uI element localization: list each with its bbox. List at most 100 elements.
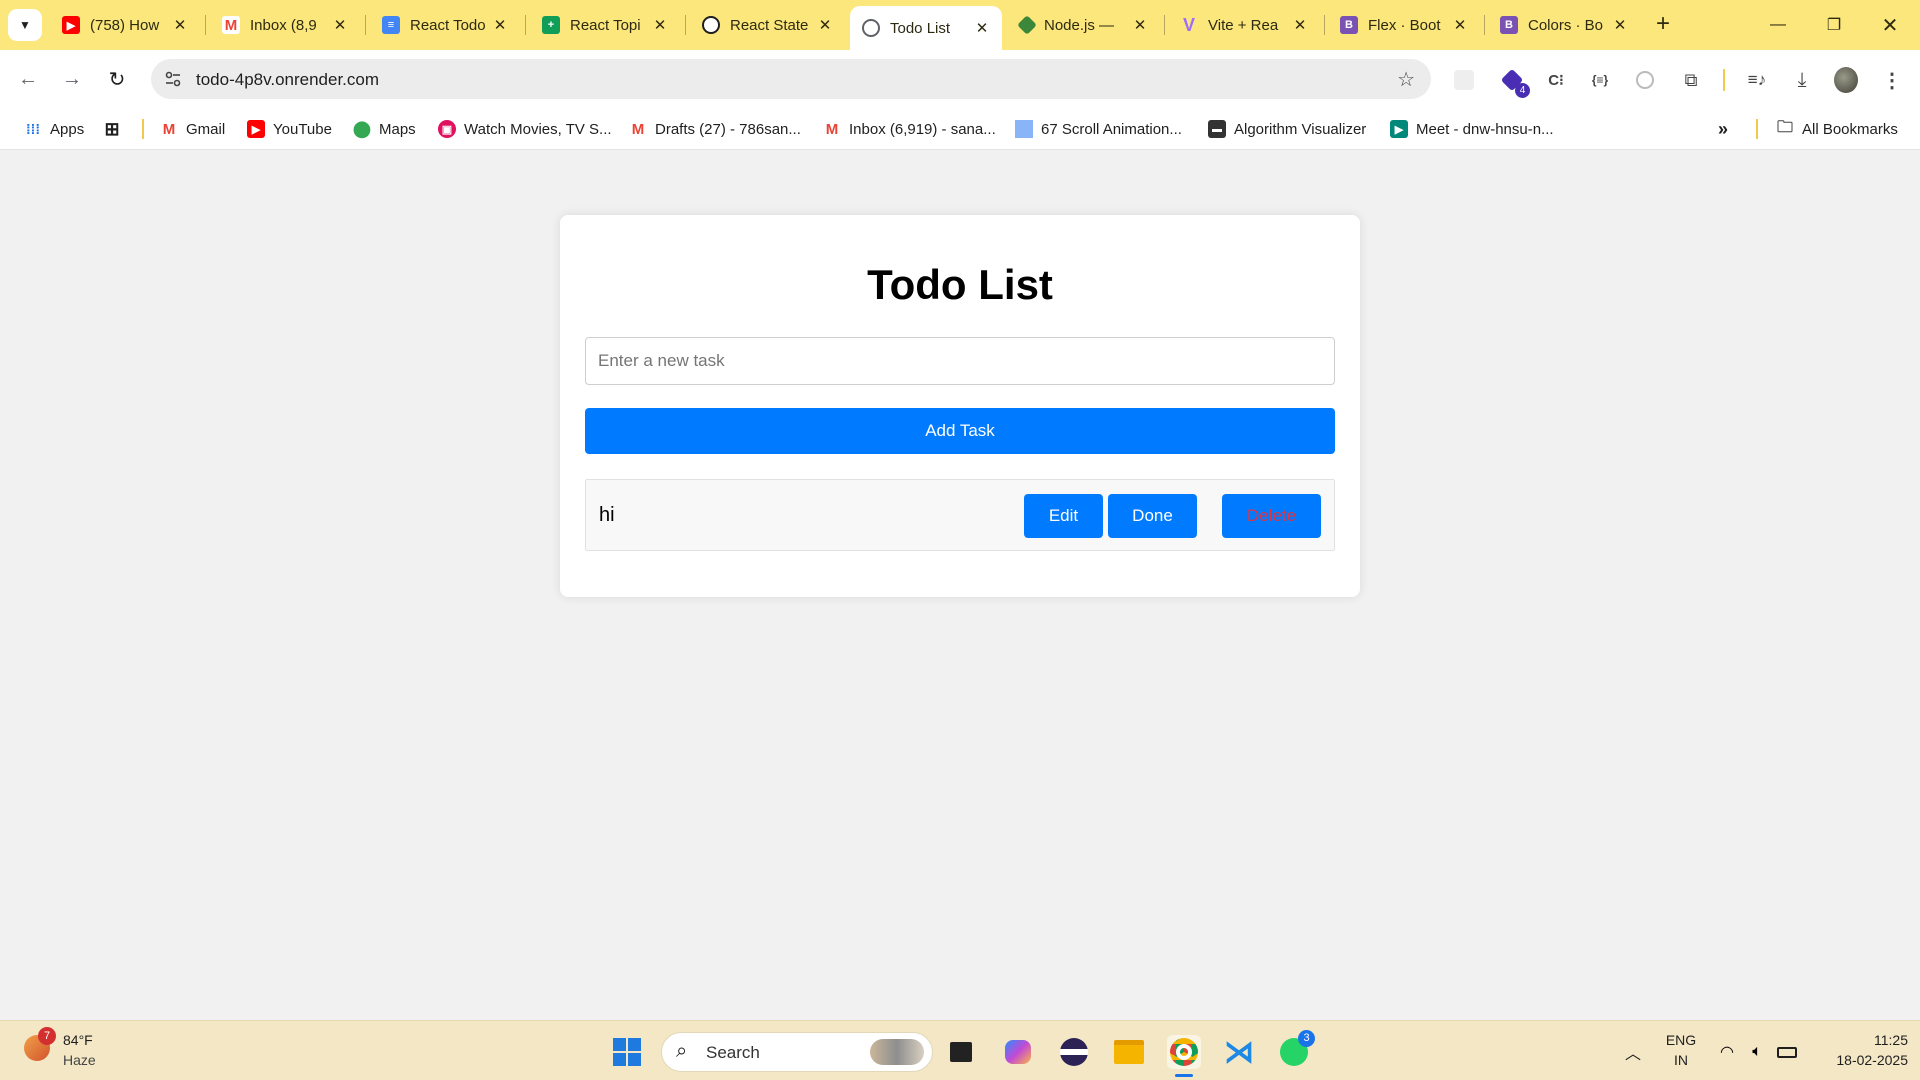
close-icon[interactable]: ✕ — [1452, 16, 1468, 34]
media-control-icon[interactable]: ≡♪ — [1745, 68, 1769, 92]
copilot-button[interactable] — [1001, 1035, 1035, 1069]
close-icon[interactable]: ✕ — [652, 16, 668, 34]
volume-icon[interactable]: 🔈︎ — [1740, 1035, 1774, 1069]
tab-youtube[interactable]: ▶ (758) How ✕ — [50, 6, 200, 44]
extension-c-icon[interactable]: C⁝ — [1544, 68, 1568, 92]
clock-date[interactable]: 18-02-2025 — [1808, 1052, 1908, 1068]
close-icon[interactable]: ✕ — [332, 16, 348, 34]
tab-title: Inbox (8,9 — [250, 16, 317, 34]
bootstrap-icon: B — [1500, 16, 1518, 34]
close-icon[interactable]: ✕ — [492, 16, 508, 34]
extension-braces-icon[interactable]: {≡} — [1588, 68, 1612, 92]
bookmark-apps[interactable]: ⁞⁞⁞ Apps — [24, 118, 84, 140]
vite-icon: V — [1182, 14, 1195, 35]
bookmark-maps[interactable]: ⬤ Maps — [353, 118, 416, 140]
back-button[interactable]: ← — [12, 63, 44, 95]
chatgpt-icon — [702, 16, 720, 34]
bookmark-scroll-animation[interactable]: 67 Scroll Animation... — [1015, 118, 1182, 140]
show-hidden-icons-button[interactable]: ︿ — [1616, 1035, 1650, 1069]
bookmark-drafts[interactable]: M Drafts (27) - 786san... — [629, 118, 801, 140]
address-url[interactable]: todo-4p8v.onrender.com — [196, 70, 379, 90]
tab-gmail[interactable]: M Inbox (8,9 ✕ — [210, 6, 360, 44]
bookmark-meet[interactable]: ▶ Meet - dnw-hnsu-n... — [1390, 118, 1554, 140]
close-window-button[interactable]: ✕ — [1862, 0, 1918, 50]
bookmark-tab-groups[interactable]: ⊞ — [103, 118, 129, 140]
tab-react-todo[interactable]: ≡ React Todo ✕ — [370, 6, 520, 44]
bookmark-youtube[interactable]: ▶ YouTube — [247, 118, 332, 140]
task-input[interactable] — [585, 337, 1335, 385]
tab-vite[interactable]: V Vite + Rea ✕ — [1168, 6, 1320, 44]
file-explorer-app[interactable] — [1112, 1035, 1146, 1069]
search-icon: ⌕ — [676, 1040, 688, 1062]
tab-title: React State — [730, 16, 809, 34]
close-icon[interactable]: ✕ — [1612, 16, 1628, 34]
weather-widget[interactable]: 7 — [20, 1027, 56, 1065]
tab-title: Flex · Boot — [1368, 16, 1441, 34]
bookmark-watch-movies[interactable]: ▣ Watch Movies, TV S... — [438, 118, 612, 140]
avatar[interactable] — [1834, 67, 1858, 93]
whatsapp-app[interactable]: 3 — [1277, 1030, 1315, 1069]
bookmark-label: 67 Scroll Animation... — [1041, 120, 1182, 138]
edit-button[interactable]: Edit — [1024, 494, 1103, 538]
close-icon[interactable]: ✕ — [1132, 16, 1148, 34]
bookmarks-overflow-button[interactable]: » — [1718, 118, 1728, 140]
bookmark-inbox[interactable]: M Inbox (6,919) - sana... — [823, 118, 996, 140]
task-view-button[interactable] — [944, 1035, 978, 1069]
tab-react-state[interactable]: React State ✕ — [690, 6, 845, 44]
todo-item: hi Edit Done Delete — [585, 479, 1335, 551]
start-button[interactable] — [610, 1035, 644, 1069]
delete-button[interactable]: Delete — [1222, 494, 1321, 538]
close-icon[interactable]: ✕ — [1292, 16, 1308, 34]
chrome-icon — [1170, 1038, 1198, 1066]
extension-badge: 4 — [1515, 83, 1530, 98]
close-icon[interactable]: ✕ — [817, 16, 833, 34]
language-line2[interactable]: IN — [1662, 1052, 1700, 1068]
gmail-icon: M — [825, 120, 839, 138]
toolbar-divider — [1723, 69, 1725, 91]
tab-react-topics[interactable]: + React Topi ✕ — [530, 6, 680, 44]
tab-todo-list[interactable]: Todo List ✕ — [850, 6, 1002, 50]
whatsapp-badge: 3 — [1298, 1030, 1315, 1047]
close-icon[interactable]: ✕ — [172, 16, 188, 34]
minimize-button[interactable]: — — [1750, 0, 1806, 50]
download-icon[interactable]: ⤓ — [1790, 68, 1814, 92]
bookmark-star-icon[interactable]: ☆ — [1397, 67, 1415, 92]
chrome-app[interactable] — [1167, 1035, 1201, 1077]
done-button[interactable]: Done — [1108, 494, 1197, 538]
forward-button[interactable]: → — [56, 63, 88, 95]
extension-shield-icon[interactable]: 4 — [1500, 68, 1530, 98]
bookmarks-bar: ⁞⁞⁞ Apps ⊞ M Gmail ▶ YouTube ⬤ Maps ▣ Wa… — [0, 108, 1920, 150]
clock-time[interactable]: 11:25 — [1808, 1032, 1908, 1048]
extension-panda-icon[interactable] — [1633, 68, 1657, 92]
extensions-puzzle-icon[interactable]: ⧉ — [1679, 68, 1703, 92]
chevron-up-icon: ︿ — [1624, 1046, 1641, 1063]
bookmark-gmail[interactable]: M Gmail — [160, 118, 225, 140]
taskbar-search[interactable]: ⌕ Search — [661, 1032, 933, 1072]
menu-kebab-icon[interactable]: ⋮ — [1880, 68, 1904, 92]
apps-grid-icon: ⁞⁞⁞ — [26, 121, 40, 137]
address-bar[interactable]: todo-4p8v.onrender.com ☆ — [151, 59, 1431, 99]
site-info-icon[interactable] — [163, 69, 183, 89]
new-tab-button[interactable]: + — [1648, 10, 1678, 40]
all-bookmarks-button[interactable]: 🗀 All Bookmarks — [1776, 118, 1898, 140]
tab-nodejs[interactable]: Node.js — ✕ — [1008, 6, 1160, 44]
add-task-button[interactable]: Add Task — [585, 408, 1335, 454]
battery-icon[interactable] — [1770, 1035, 1804, 1069]
tab-colors-bootstrap[interactable]: B Colors · Bo ✕ — [1488, 6, 1640, 44]
tab-groups-icon: ⊞ — [104, 118, 120, 139]
wifi-icon[interactable]: ◠ — [1710, 1035, 1744, 1069]
tab-search-button[interactable]: ▼ — [8, 9, 42, 41]
language-line1[interactable]: ENG — [1662, 1032, 1700, 1048]
reload-button[interactable]: ↻ — [101, 63, 133, 95]
tab-flex-bootstrap[interactable]: B Flex · Boot ✕ — [1328, 6, 1480, 44]
close-icon[interactable]: ✕ — [974, 19, 990, 37]
eclipse-app[interactable] — [1057, 1035, 1091, 1069]
vscode-app[interactable]: ⋊ — [1222, 1035, 1256, 1069]
extension-placeholder-icon[interactable] — [1452, 68, 1476, 92]
bookmark-algorithm-visualizer[interactable]: ▬ Algorithm Visualizer — [1208, 118, 1366, 140]
gmail-icon: M — [631, 120, 645, 138]
restore-button[interactable]: ❐ — [1806, 0, 1862, 50]
windows-taskbar: 7 84°F Haze ⌕ Search ⋊ 3 ︿ ENG IN ◠ 🔈︎ 1… — [0, 1020, 1920, 1080]
tab-title: (758) How — [90, 16, 160, 34]
tab-title: Node.js — — [1044, 16, 1115, 34]
